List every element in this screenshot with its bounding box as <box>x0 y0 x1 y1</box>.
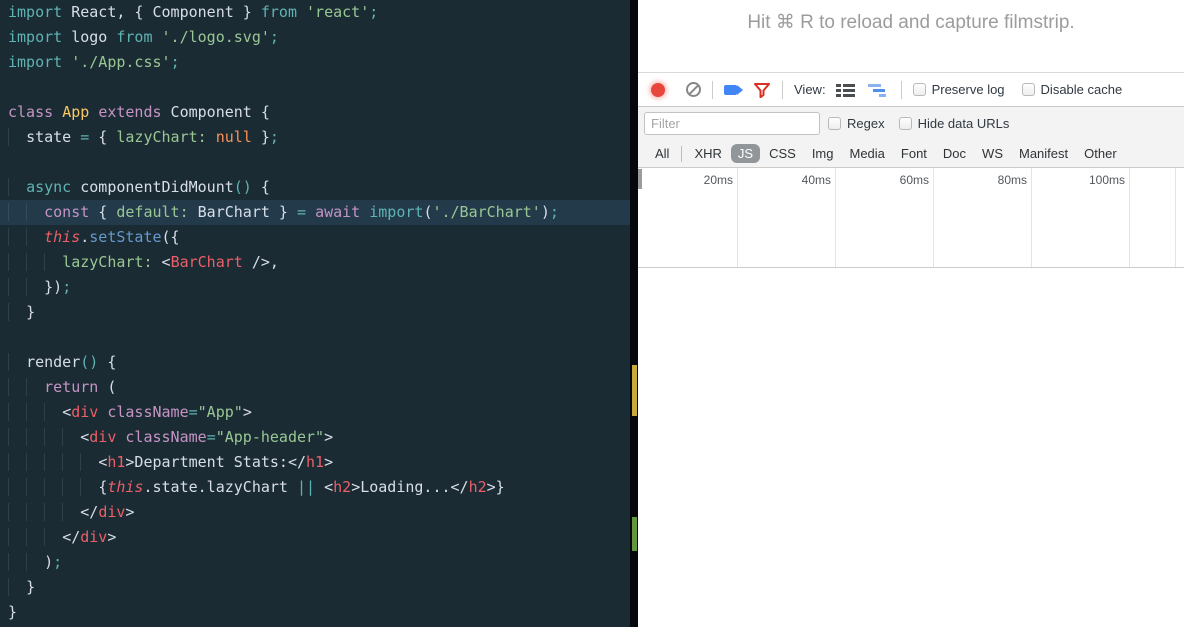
scrollbar-thumb[interactable] <box>638 169 642 189</box>
timeline-gridline <box>737 168 738 267</box>
code-line[interactable]: {this.state.lazyChart || <h2>Loading...<… <box>8 475 630 500</box>
code-line[interactable]: <div className="App-header"> <box>8 425 630 450</box>
code-line[interactable]: this.setState({ <box>8 225 630 250</box>
tab-font[interactable]: Font <box>894 144 934 163</box>
code-line[interactable]: const { default: BarChart } = await impo… <box>0 200 630 225</box>
code-line[interactable]: } <box>8 600 630 625</box>
regex-label: Regex <box>847 116 885 131</box>
tab-all[interactable]: All <box>648 144 676 163</box>
code-line[interactable]: <h1>Department Stats:</h1> <box>8 450 630 475</box>
timeline-gridline <box>835 168 836 267</box>
tab-ws[interactable]: WS <box>975 144 1010 163</box>
hide-data-urls-label: Hide data URLs <box>918 116 1010 131</box>
code-line[interactable] <box>8 75 630 100</box>
code-line[interactable]: render() { <box>8 350 630 375</box>
timeline-tick-label: 80ms <box>957 173 1027 187</box>
hide-data-urls-checkbox[interactable] <box>899 117 912 130</box>
code-line[interactable]: async componentDidMount() { <box>8 175 630 200</box>
disable-cache-label: Disable cache <box>1041 82 1123 97</box>
devtools-network-panel: Hit ⌘ R to reload and capture filmstrip.… <box>638 0 1184 627</box>
tab-js[interactable]: JS <box>731 144 760 163</box>
code-line[interactable]: }); <box>8 275 630 300</box>
network-toolbar: View: Preserve log Disable cache <box>638 72 1184 107</box>
view-label: View: <box>794 82 826 97</box>
code-line[interactable]: lazyChart: <BarChart />, <box>8 250 630 275</box>
tab-xhr[interactable]: XHR <box>687 144 728 163</box>
code-line[interactable] <box>8 150 630 175</box>
filter-input[interactable] <box>644 112 820 135</box>
preserve-log-checkbox[interactable] <box>913 83 926 96</box>
disable-cache-checkbox[interactable] <box>1022 83 1035 96</box>
filmstrip-hint: Hit ⌘ R to reload and capture filmstrip. <box>638 0 1184 72</box>
toolbar-divider <box>782 81 783 99</box>
code-line[interactable]: class App extends Component { <box>8 100 630 125</box>
code-line[interactable]: </div> <box>8 500 630 525</box>
timeline-header: 20ms 40ms 60ms 80ms 100ms <box>638 168 1184 268</box>
timeline-tick-label: 100ms <box>1055 173 1125 187</box>
timeline-tick-label: 20ms <box>663 173 733 187</box>
editor-scrollbar[interactable] <box>630 0 638 627</box>
timeline-gridline <box>933 168 934 267</box>
filmstrip-camera-icon[interactable] <box>724 85 737 95</box>
tab-other[interactable]: Other <box>1077 144 1124 163</box>
tab-css[interactable]: CSS <box>762 144 803 163</box>
tab-manifest[interactable]: Manifest <box>1012 144 1075 163</box>
preserve-log-label: Preserve log <box>932 82 1005 97</box>
code-line[interactable]: </div> <box>8 525 630 550</box>
filter-bar: Regex Hide data URLs <box>638 107 1184 140</box>
modified-mark <box>632 365 637 416</box>
code-line[interactable]: return ( <box>8 375 630 400</box>
timeline-gridline <box>1129 168 1130 267</box>
waterfall-icon[interactable] <box>868 83 890 97</box>
code-line[interactable]: <div className="App"> <box>8 400 630 425</box>
clear-icon[interactable] <box>686 82 701 97</box>
code-line[interactable]: } <box>8 300 630 325</box>
toolbar-divider <box>712 81 713 99</box>
regex-checkbox[interactable] <box>828 117 841 130</box>
toolbar-divider <box>901 81 902 99</box>
timeline-gridline <box>1031 168 1032 267</box>
record-icon[interactable] <box>651 83 665 97</box>
tab-divider <box>681 146 682 162</box>
code-area[interactable]: import React, { Component } from 'react'… <box>0 0 630 627</box>
timeline-tick-label: 60ms <box>859 173 929 187</box>
code-line[interactable]: state = { lazyChart: null }; <box>8 125 630 150</box>
timeline-tick-label: 40ms <box>761 173 831 187</box>
code-line[interactable]: import './App.css'; <box>8 50 630 75</box>
code-line[interactable]: } <box>8 575 630 600</box>
code-line[interactable] <box>8 325 630 350</box>
resource-type-tabs: All XHRJSCSSImgMediaFontDocWSManifestOthe… <box>638 140 1184 168</box>
code-editor-pane: import React, { Component } from 'react'… <box>0 0 638 627</box>
code-line[interactable]: ); <box>8 550 630 575</box>
code-line[interactable]: import logo from './logo.svg'; <box>8 25 630 50</box>
added-mark <box>632 517 637 551</box>
tab-media[interactable]: Media <box>842 144 891 163</box>
tab-img[interactable]: Img <box>805 144 841 163</box>
app-window: import React, { Component } from 'react'… <box>0 0 1184 627</box>
timeline-gridline <box>1175 168 1176 267</box>
filter-funnel-icon[interactable] <box>753 82 771 98</box>
code-line[interactable]: import React, { Component } from 'react'… <box>8 0 630 25</box>
large-rows-icon[interactable] <box>836 83 855 97</box>
tab-doc[interactable]: Doc <box>936 144 973 163</box>
